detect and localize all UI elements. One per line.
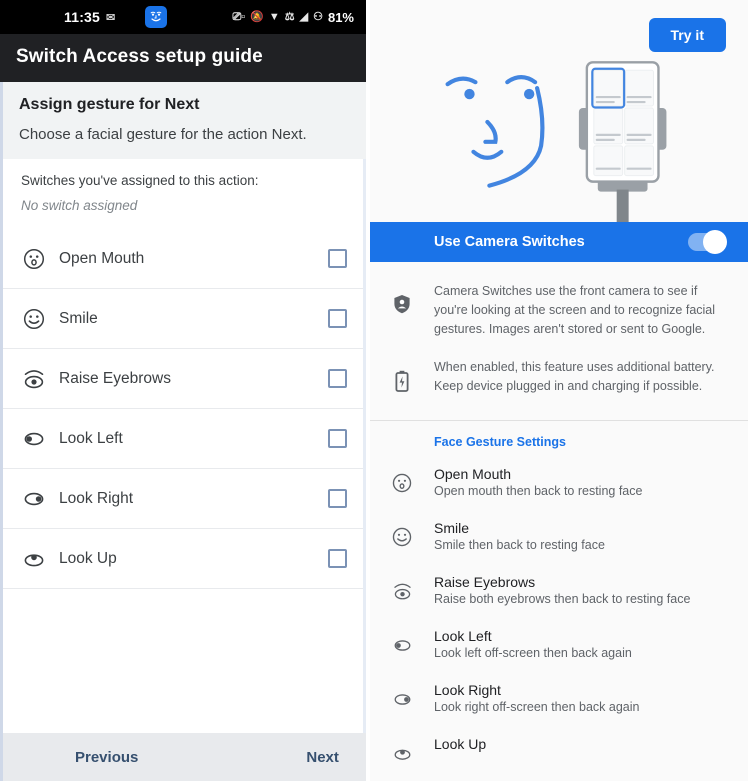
table-row[interactable]: Raise Eyebrows (3, 349, 363, 409)
gesture-checkbox[interactable] (328, 249, 347, 268)
wifi-icon: ▼ (268, 10, 280, 23)
use-camera-switches-row[interactable]: Use Camera Switches (370, 222, 748, 262)
vpn-icon: ⚖ (284, 10, 295, 23)
setting-title: Look Up (434, 735, 487, 752)
info-text: When enabled, this feature uses addition… (434, 360, 715, 393)
list-item[interactable]: Look Left Look left off-screen then back… (370, 617, 748, 671)
table-row[interactable]: Open Mouth (3, 229, 363, 289)
hero-illustration-area: Try it (370, 0, 748, 222)
list-item[interactable]: Look Right Look right off-screen then ba… (370, 671, 748, 725)
look-left-icon (17, 426, 51, 452)
toggle-knob (703, 230, 727, 254)
look-right-icon (17, 486, 51, 512)
next-button[interactable]: Next (306, 749, 339, 766)
list-item[interactable]: Raise Eyebrows Raise both eyebrows then … (370, 563, 748, 617)
left-phone-screen: 11:35 ✉ ⎚▫ 🔕 ▼ ⚖ ◢ ⚇ 81% Switch Access s… (0, 0, 368, 781)
setting-description: Look right off-screen then back again (434, 699, 640, 714)
face-gesture-settings-header: Face Gesture Settings (370, 420, 748, 455)
raise-eyebrows-icon (370, 574, 434, 603)
gesture-label: Look Up (59, 549, 117, 567)
setting-text-wrap: Raise Eyebrows Raise both eyebrows then … (434, 574, 690, 606)
gesture-label: Look Right (59, 489, 134, 507)
gesture-checkbox[interactable] (328, 369, 347, 388)
envelope-icon: ✉ (106, 11, 116, 24)
gesture-checkbox[interactable] (328, 309, 347, 328)
previous-button[interactable]: Previous (75, 749, 138, 766)
try-it-button[interactable]: Try it (648, 18, 726, 52)
list-empty-space (3, 589, 363, 733)
setting-description: Open mouth then back to resting face (434, 483, 643, 498)
battery-percent-label: 81% (327, 9, 354, 25)
screenshot-icon: ⎚▫ (232, 10, 246, 23)
face-icon (145, 6, 168, 28)
setting-description: Look left off-screen then back again (434, 645, 632, 660)
assigned-switches-card: Switches you've assigned to this action:… (0, 159, 366, 229)
setting-title: Raise Eyebrows (434, 573, 536, 590)
status-bar: 11:35 ✉ ⎚▫ 🔕 ▼ ⚖ ◢ ⚇ 81% (0, 0, 366, 34)
privacy-shield-icon (370, 282, 434, 338)
use-camera-switches-toggle[interactable] (688, 230, 727, 254)
info-text: Camera Switches use the front camera to … (434, 284, 716, 336)
info-block: Camera Switches use the front camera to … (370, 262, 748, 420)
gesture-label: Look Left (59, 429, 123, 447)
table-row[interactable]: Smile (3, 289, 363, 349)
look-right-icon (370, 682, 434, 711)
gesture-label: Raise Eyebrows (59, 369, 171, 387)
setting-title: Open Mouth (434, 465, 512, 482)
list-item[interactable]: Open Mouth Open mouth then back to resti… (370, 455, 748, 509)
setting-text-wrap: Look Up (434, 736, 486, 754)
assign-gesture-header: Assign gesture for Next Choose a facial … (0, 82, 366, 159)
battery-icon (370, 358, 434, 396)
gesture-label: Open Mouth (59, 249, 145, 267)
setting-text-wrap: Open Mouth Open mouth then back to resti… (434, 466, 642, 498)
look-left-icon (370, 628, 434, 657)
gesture-checkbox[interactable] (328, 489, 347, 508)
setting-description: Raise both eyebrows then back to resting… (434, 591, 691, 606)
setting-title: Smile (434, 519, 470, 536)
assign-gesture-subtitle: Choose a facial gesture for the action N… (19, 126, 307, 143)
battery-icon: ⚇ (313, 10, 323, 23)
assign-gesture-title: Assign gesture for Next (19, 96, 200, 113)
page-title: Switch Access setup guide (16, 46, 263, 67)
list-item[interactable]: Look Up (370, 725, 748, 776)
table-row[interactable]: Look Right (3, 469, 363, 529)
setting-text-wrap: Smile Smile then back to resting face (434, 520, 605, 552)
signal-icon: ◢ (299, 10, 309, 23)
face-gesture-settings-list: Open Mouth Open mouth then back to resti… (370, 454, 748, 781)
open-mouth-icon (17, 247, 51, 271)
look-up-icon (370, 736, 434, 765)
list-item: Camera Switches use the front camera to … (370, 276, 748, 352)
smile-icon (370, 520, 434, 548)
right-phone-screen: Try it Use Camera Switches Camera Switch… (368, 0, 748, 781)
list-item: When enabled, this feature uses addition… (370, 352, 748, 410)
list-item[interactable]: Smile Smile then back to resting face (370, 509, 748, 563)
assigned-switches-label: Switches you've assigned to this action: (21, 173, 259, 188)
smile-icon (17, 307, 51, 331)
left-phone-body: Assign gesture for Next Choose a facial … (0, 82, 366, 781)
bottom-navigation-bar: Previous Next (0, 733, 366, 781)
notifications-muted-icon: 🔕 (250, 10, 264, 23)
status-bar-left: 11:35 ✉ (64, 9, 115, 25)
gesture-label: Smile (59, 309, 98, 327)
use-camera-switches-label: Use Camera Switches (434, 234, 585, 250)
open-mouth-icon (370, 466, 434, 494)
raise-eyebrows-icon (17, 366, 51, 392)
table-row[interactable]: Look Left (3, 409, 363, 469)
gesture-list: Open Mouth Smile Raise Eyebrows Look Lef… (0, 229, 366, 733)
app-bar: Switch Access setup guide (0, 34, 366, 82)
look-up-icon (17, 546, 51, 572)
status-bar-clock: 11:35 (64, 9, 101, 25)
gesture-checkbox[interactable] (328, 549, 347, 568)
setting-text-wrap: Look Left Look left off-screen then back… (434, 628, 632, 660)
table-row[interactable]: Look Up (3, 529, 363, 589)
setting-title: Look Right (434, 681, 501, 698)
assigned-switches-value: No switch assigned (21, 198, 138, 213)
setting-text-wrap: Look Right Look right off-screen then ba… (434, 682, 639, 714)
dual-screenshot-container: 11:35 ✉ ⎚▫ 🔕 ▼ ⚖ ◢ ⚇ 81% Switch Access s… (0, 0, 750, 781)
status-bar-right: ⎚▫ 🔕 ▼ ⚖ ◢ ⚇ 81% (232, 10, 354, 25)
gesture-checkbox[interactable] (328, 429, 347, 448)
setting-title: Look Left (434, 627, 492, 644)
setting-description: Smile then back to resting face (434, 537, 605, 552)
